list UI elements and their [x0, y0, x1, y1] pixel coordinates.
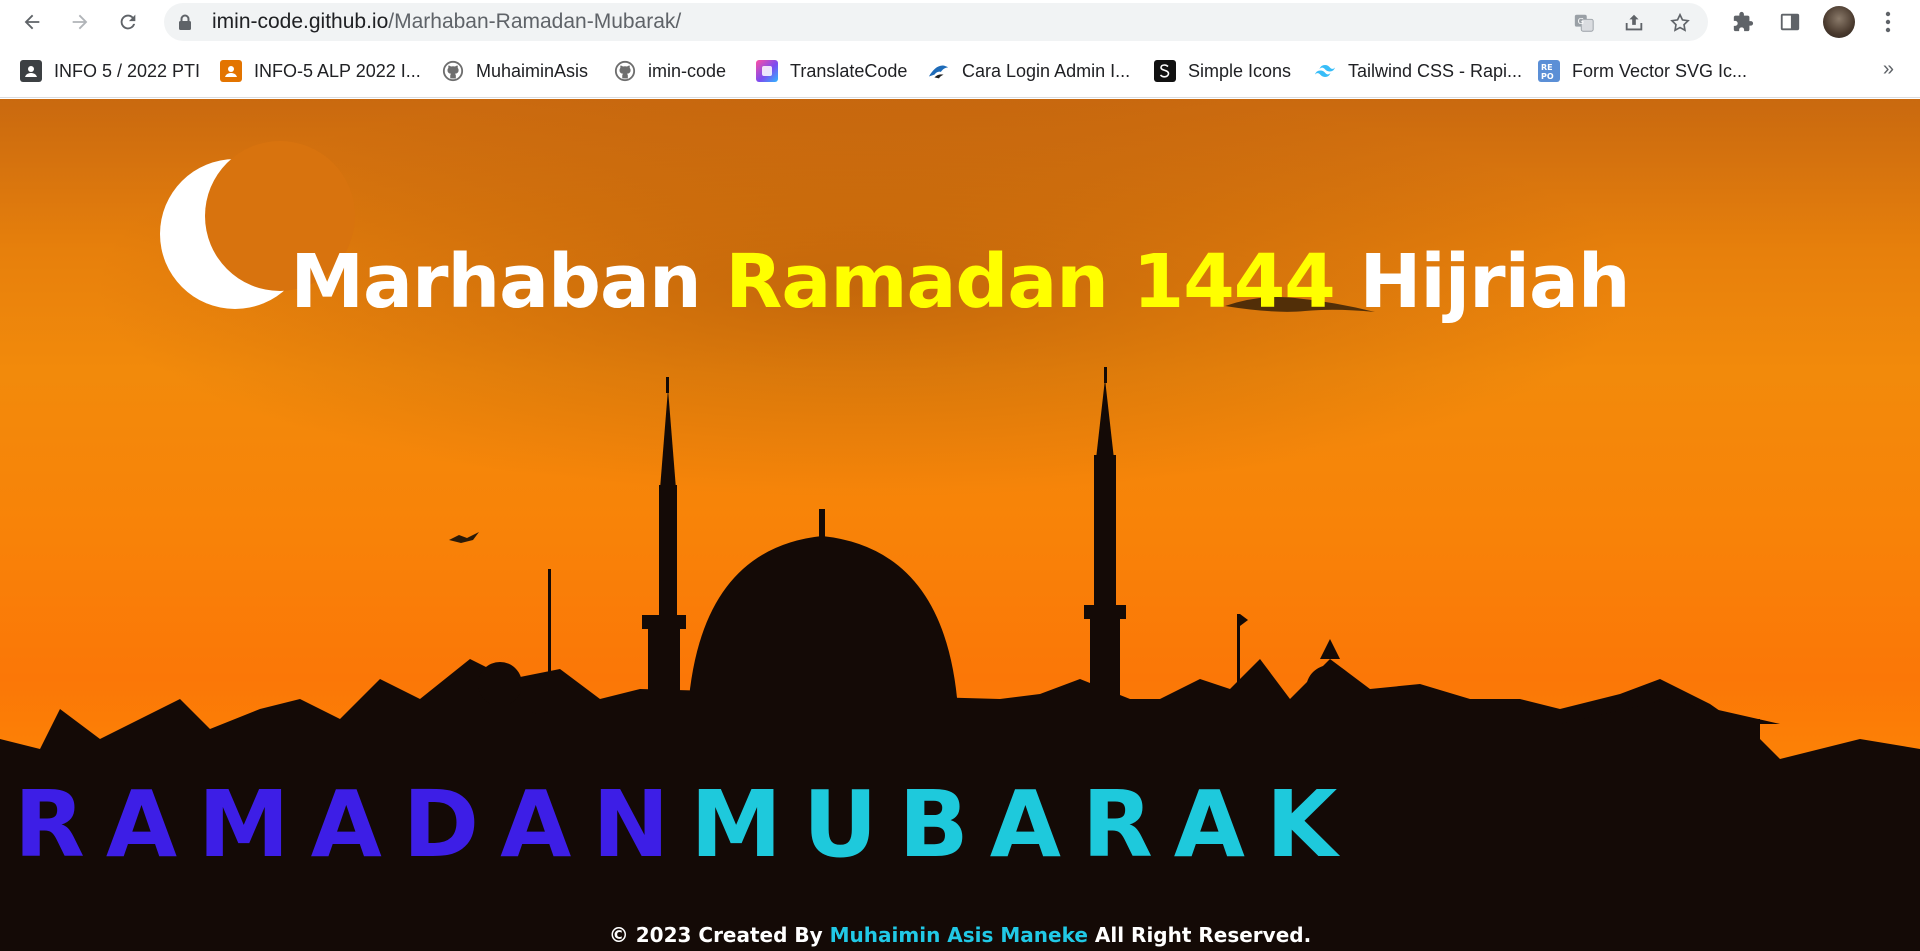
title-word-marhaban: Marhaban: [290, 239, 701, 325]
bookmark-simple-icons[interactable]: Simple Icons: [1154, 57, 1291, 85]
svg-text:RE: RE: [1541, 63, 1553, 72]
puzzle-icon[interactable]: [1729, 8, 1757, 36]
page-title: Marhaban Ramadan 1444 Hijriah: [0, 239, 1920, 325]
bookmarks-bar: INFO 5 / 2022 PTI INFO-5 ALP 2022 I... M…: [0, 44, 1920, 98]
bookmark-tailwind[interactable]: Tailwind CSS - Rapi...: [1314, 57, 1522, 85]
ramadan-mubarak-heading: RAMADANMUBARAK: [14, 779, 1358, 871]
bird-logo-icon: [928, 60, 950, 82]
forward-arrow-icon[interactable]: [64, 6, 96, 38]
mubarak-word: MUBARAK: [690, 771, 1359, 878]
classroom-icon: [220, 60, 242, 82]
star-icon[interactable]: [1668, 11, 1692, 35]
bookmarks-overflow-chevron-icon[interactable]: »: [1883, 58, 1894, 81]
share-icon[interactable]: [1622, 11, 1646, 35]
bookmark-muhaiminasis[interactable]: MuhaiminAsis: [442, 57, 588, 85]
url-path: /Marhaban-Ramadan-Mubarak/: [388, 10, 682, 33]
svg-text:PO: PO: [1541, 72, 1554, 80]
url-host: imin-code.github.io: [212, 10, 389, 33]
bookmark-translatecode[interactable]: TranslateCode: [756, 57, 907, 85]
github-icon: [442, 60, 464, 82]
browser-toolbar: imin-code.github.io/Marhaban-Ramadan-Mub…: [0, 0, 1920, 44]
side-panel-icon[interactable]: [1776, 8, 1804, 36]
bookmark-form-vector[interactable]: RE PO Form Vector SVG Ic...: [1538, 57, 1747, 85]
bookmark-label: INFO-5 ALP 2022 I...: [254, 60, 421, 81]
url-text[interactable]: imin-code.github.io/Marhaban-Ramadan-Mub…: [212, 3, 681, 41]
translatecode-icon: [756, 60, 778, 82]
bookmark-label: INFO 5 / 2022 PTI: [54, 60, 201, 81]
classroom-icon: [20, 60, 42, 82]
bookmark-label: Form Vector SVG Ic...: [1572, 60, 1748, 81]
tailwind-icon: [1314, 60, 1336, 82]
simple-icons-icon: [1154, 60, 1176, 82]
bookmark-label: MuhaiminAsis: [476, 60, 589, 81]
bookmark-label: Simple Icons: [1188, 60, 1292, 81]
bookmark-label: Cara Login Admin I...: [962, 60, 1131, 81]
bookmark-label: Tailwind CSS - Rapi...: [1348, 60, 1523, 81]
bookmark-cara-login[interactable]: Cara Login Admin I...: [928, 57, 1130, 85]
profile-avatar[interactable]: [1823, 6, 1855, 38]
footer-author-link[interactable]: Muhaimin Asis Maneke: [830, 923, 1088, 947]
address-bar[interactable]: imin-code.github.io/Marhaban-Ramadan-Mub…: [164, 3, 1708, 41]
footer-credit: © 2023 Created By Muhaimin Asis Maneke A…: [0, 923, 1920, 947]
ramadan-word: RAMADAN: [14, 771, 691, 878]
translate-icon[interactable]: G: [1572, 11, 1596, 35]
lock-icon[interactable]: [178, 14, 192, 36]
svg-text:G: G: [1578, 16, 1584, 26]
kebab-menu-icon[interactable]: [1874, 8, 1902, 36]
title-word-hijriah: Hijriah: [1359, 239, 1630, 325]
title-word-ramadan-1444: Ramadan 1444: [725, 239, 1335, 325]
hero-page: Marhaban Ramadan 1444 Hijriah RAMADANMUB…: [0, 99, 1920, 951]
bookmark-info5-alp[interactable]: INFO-5 ALP 2022 I...: [220, 57, 421, 85]
footer-suffix: All Right Reserved.: [1094, 923, 1312, 947]
bookmark-label: imin-code: [648, 60, 727, 81]
reload-icon[interactable]: [112, 6, 144, 38]
back-arrow-icon[interactable]: [16, 6, 48, 38]
bookmark-label: TranslateCode: [790, 60, 908, 81]
repo-icon: RE PO: [1538, 60, 1560, 82]
bookmark-info5-pti[interactable]: INFO 5 / 2022 PTI: [20, 57, 200, 85]
github-icon: [614, 60, 636, 82]
footer-prefix: © 2023 Created By: [608, 923, 823, 947]
bookmark-imin-code[interactable]: imin-code: [614, 57, 726, 85]
